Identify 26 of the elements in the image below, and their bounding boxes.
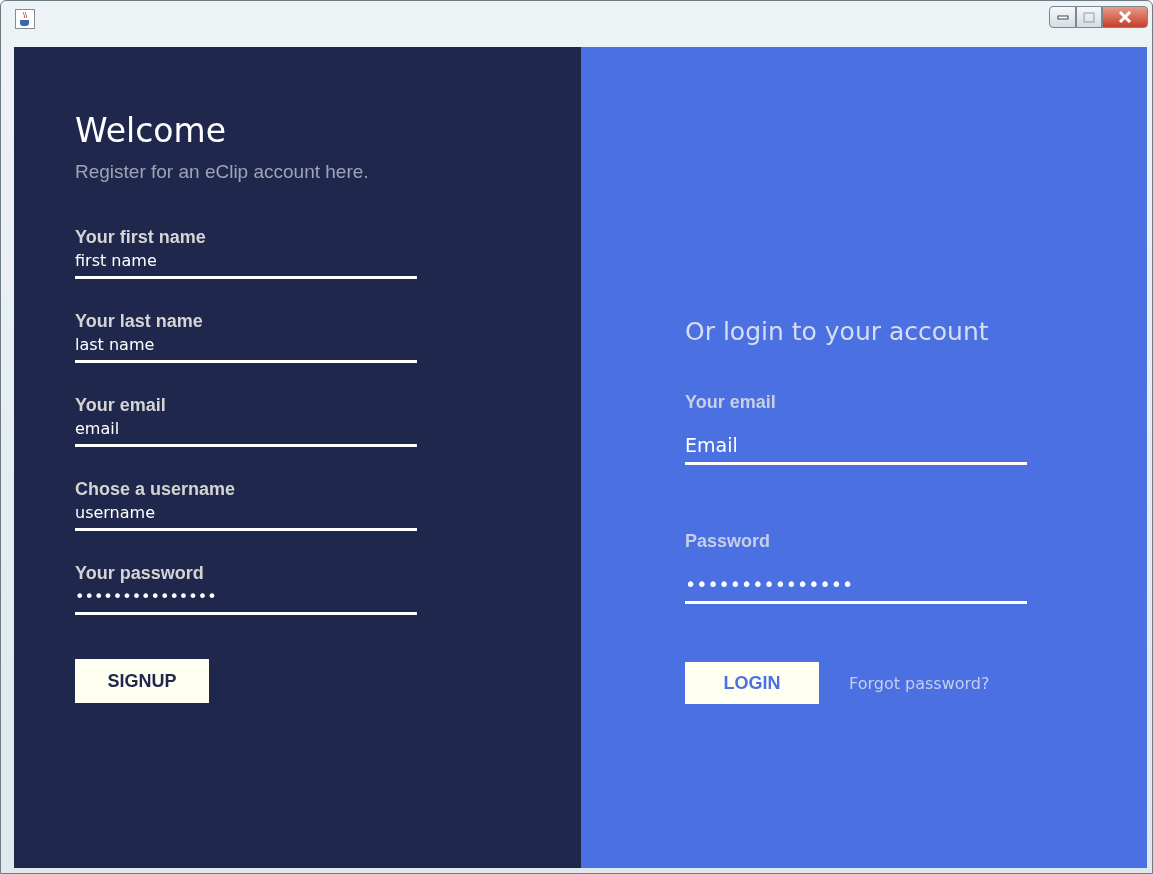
field-label: Password [685,530,772,553]
input-field[interactable]: email [75,417,417,447]
input-field[interactable]: ••••••••••••••• [685,571,1027,604]
minimize-button[interactable] [1049,6,1076,28]
field-label: Chose a username [75,478,237,501]
minimize-icon [1056,14,1069,20]
signup-button[interactable]: SIGNUP [75,659,209,703]
input-field[interactable]: first name [75,249,417,279]
maximize-button[interactable] [1076,6,1102,28]
register-subtitle: Register for an eClip account here. [75,161,370,183]
login-title: Or login to your account [685,317,990,346]
field-label: Your first name [75,226,207,249]
input-field[interactable]: username [75,501,417,531]
input-field[interactable]: Email [685,432,1027,465]
input-field[interactable]: last name [75,333,417,363]
coffee-cup-icon [15,9,35,29]
field-label: Your email [685,391,777,414]
field-label: Your password [75,562,205,585]
close-button[interactable] [1102,6,1148,28]
maximize-icon [1083,11,1095,23]
welcome-title: Welcome [75,110,227,152]
field-label: Your last name [75,310,204,333]
close-icon [1118,11,1132,23]
input-field[interactable]: ••••••••••••••• [75,585,417,615]
field-label: Your email [75,394,167,417]
login-button[interactable]: LOGIN [685,662,819,704]
